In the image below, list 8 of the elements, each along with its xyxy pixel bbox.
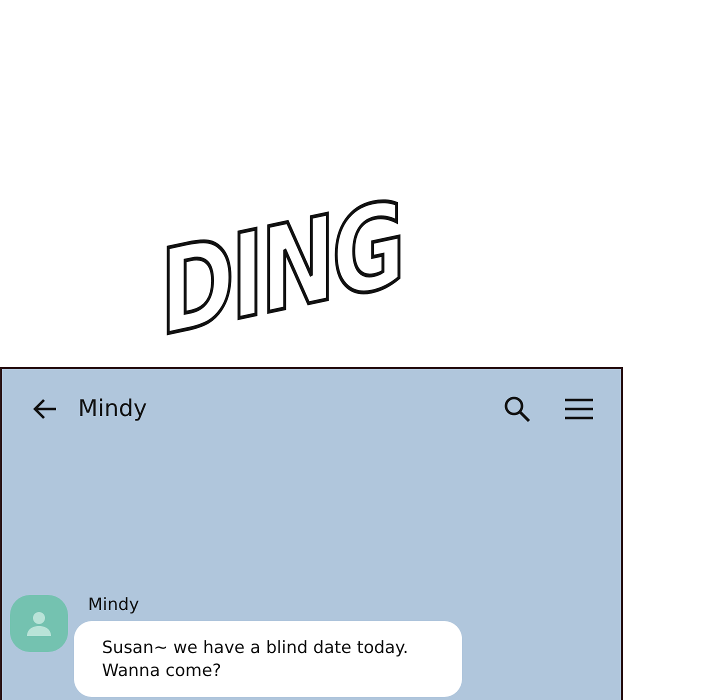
avatar-icon	[10, 595, 68, 652]
menu-icon[interactable]	[565, 398, 593, 420]
search-icon[interactable]	[503, 395, 531, 423]
sender-name: Mindy	[88, 595, 140, 615]
chat-title: Mindy	[78, 396, 148, 422]
message-bubble: Susan~ we have a blind date today. Wanna come?	[74, 621, 462, 697]
back-arrow-icon[interactable]	[32, 398, 58, 420]
sound-effect-text: DING	[160, 185, 402, 354]
